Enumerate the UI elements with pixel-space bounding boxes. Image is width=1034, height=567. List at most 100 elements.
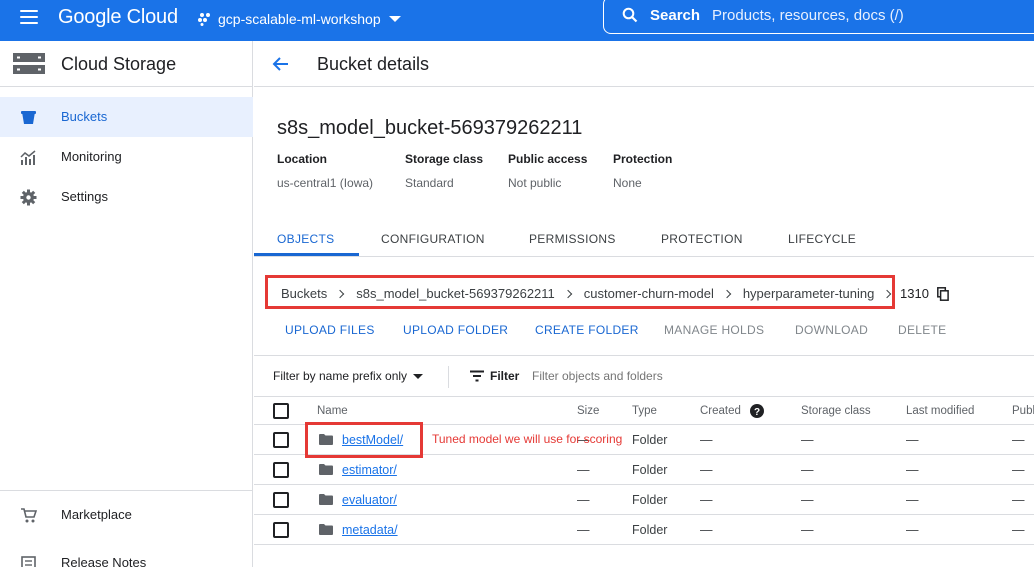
meta-key: Protection — [613, 152, 673, 166]
folder-icon — [319, 464, 333, 475]
breadcrumb-item-current[interactable]: 1310 — [900, 286, 929, 301]
menu-icon[interactable] — [20, 10, 38, 24]
chevron-right-icon — [563, 289, 573, 298]
tabs-divider — [254, 256, 1034, 257]
copy-icon[interactable] — [937, 287, 949, 301]
bucket-icon — [21, 111, 36, 124]
filter-label: Filter — [490, 369, 520, 383]
tab-permissions[interactable]: PERMISSIONS — [529, 232, 616, 246]
google-cloud-logo[interactable]: Google Cloud — [58, 6, 178, 29]
annotation-note: Tuned model we will use for scoring — [432, 432, 623, 446]
created-cell: — — [700, 493, 713, 507]
chevron-right-icon — [722, 289, 732, 298]
cart-icon — [21, 508, 37, 523]
sidebar-item-monitoring[interactable]: Monitoring — [0, 137, 253, 177]
sidebar: Cloud Storage Buckets Monitoring Setting… — [0, 41, 253, 567]
row-checkbox[interactable] — [273, 432, 289, 448]
tab-bar: OBJECTS CONFIGURATION PERMISSIONS PROTEC… — [254, 224, 1034, 256]
meta-key: Storage class — [405, 152, 484, 166]
delete-button[interactable]: DELETE — [898, 323, 946, 337]
breadcrumb-item-model[interactable]: customer-churn-model — [584, 286, 714, 301]
public-cell: — — [1012, 433, 1025, 447]
sidebar-item-marketplace[interactable]: Marketplace — [0, 495, 253, 535]
sidebar-item-label: Settings — [61, 189, 108, 204]
last-modified-cell: — — [906, 493, 919, 507]
upload-folder-button[interactable]: UPLOAD FOLDER — [403, 323, 508, 337]
back-arrow-icon[interactable] — [272, 55, 290, 73]
tab-protection[interactable]: PROTECTION — [661, 232, 743, 246]
breadcrumb-item-bucket[interactable]: s8s_model_bucket-569379262211 — [356, 286, 555, 301]
search-bar[interactable]: Search Products, resources, docs (/) — [603, 0, 1034, 34]
sidebar-item-label: Buckets — [61, 109, 108, 124]
row-checkbox[interactable] — [273, 462, 289, 478]
filter-prefix-label: Filter by name prefix only — [273, 369, 408, 383]
sidebar-item-buckets[interactable]: Buckets — [0, 97, 253, 137]
breadcrumb-item-buckets[interactable]: Buckets — [281, 286, 327, 301]
filter-prefix-dropdown[interactable]: Filter by name prefix only — [273, 369, 424, 383]
product-title: Cloud Storage — [61, 54, 177, 74]
sidebar-item-settings[interactable]: Settings — [0, 177, 253, 217]
column-created[interactable]: Created — [700, 405, 741, 417]
meta-key: Location — [277, 152, 327, 166]
meta-location: Location us-central1 (Iowa) — [277, 152, 373, 190]
help-icon[interactable]: ? — [750, 404, 764, 418]
created-cell: — — [700, 463, 713, 477]
project-name: gcp-scalable-ml-workshop — [218, 11, 381, 27]
public-cell: — — [1012, 463, 1025, 477]
folder-link[interactable]: estimator/ — [342, 463, 397, 477]
page-header: Bucket details — [254, 41, 1034, 87]
monitoring-icon — [20, 150, 36, 165]
column-storage-class[interactable]: Storage class — [801, 405, 871, 417]
download-button[interactable]: DOWNLOAD — [795, 323, 868, 337]
tab-lifecycle[interactable]: LIFECYCLE — [788, 232, 856, 246]
top-bar: Google Cloud gcp-scalable-ml-workshop Se… — [0, 0, 1034, 41]
meta-protection: Protection None — [613, 152, 672, 190]
tab-configuration[interactable]: CONFIGURATION — [381, 232, 485, 246]
sidebar-item-release-notes[interactable]: Release Notes — [0, 543, 253, 567]
storage-class-cell: — — [801, 463, 814, 477]
sidebar-item-label: Monitoring — [61, 149, 122, 164]
column-type[interactable]: Type — [632, 405, 657, 417]
table-header: Name Size Type Created ? Storage class L… — [254, 397, 1034, 425]
select-all-checkbox[interactable] — [273, 403, 289, 419]
column-name[interactable]: Name — [317, 405, 348, 417]
table-row: metadata/ — Folder — — — — — [254, 515, 1034, 545]
public-cell: — — [1012, 523, 1025, 537]
project-selector[interactable]: gcp-scalable-ml-workshop — [198, 9, 401, 29]
storage-class-cell: — — [801, 493, 814, 507]
table-row: evaluator/ — Folder — — — — — [254, 485, 1034, 515]
meta-value: Not public — [508, 176, 562, 190]
column-public[interactable]: Publ — [1012, 405, 1034, 417]
create-folder-button[interactable]: CREATE FOLDER — [535, 323, 639, 337]
folder-link[interactable]: evaluator/ — [342, 493, 397, 507]
tab-objects[interactable]: OBJECTS — [277, 232, 334, 246]
action-bar: UPLOAD FILES UPLOAD FOLDER CREATE FOLDER… — [254, 321, 1034, 341]
storage-icon — [13, 53, 45, 74]
notes-icon — [21, 556, 36, 567]
meta-value: Standard — [405, 176, 454, 190]
manage-holds-button[interactable]: MANAGE HOLDS — [664, 323, 764, 337]
size-cell: — — [577, 523, 590, 537]
search-icon — [622, 7, 638, 23]
last-modified-cell: — — [906, 433, 919, 447]
upload-files-button[interactable]: UPLOAD FILES — [285, 323, 375, 337]
column-size[interactable]: Size — [577, 405, 599, 417]
meta-storage-class: Storage class Standard — [405, 152, 483, 190]
type-cell: Folder — [632, 493, 668, 507]
project-icon — [198, 13, 210, 26]
best-model-highlight — [305, 422, 423, 458]
row-checkbox[interactable] — [273, 492, 289, 508]
page-title: Bucket details — [317, 54, 430, 74]
storage-class-cell: — — [801, 523, 814, 537]
folder-link[interactable]: metadata/ — [342, 523, 398, 537]
column-last-modified[interactable]: Last modified — [906, 405, 974, 417]
size-cell: — — [577, 493, 590, 507]
filter-input[interactable] — [532, 369, 832, 383]
breadcrumb: Buckets s8s_model_bucket-569379262211 cu… — [281, 286, 903, 301]
sidebar-item-label: Marketplace — [61, 507, 132, 522]
sidebar-item-label: Release Notes — [61, 555, 147, 567]
row-checkbox[interactable] — [273, 522, 289, 538]
meta-value: us-central1 (Iowa) — [277, 176, 374, 190]
sidebar-header: Cloud Storage — [0, 41, 253, 87]
breadcrumb-item-tuning[interactable]: hyperparameter-tuning — [743, 286, 875, 301]
